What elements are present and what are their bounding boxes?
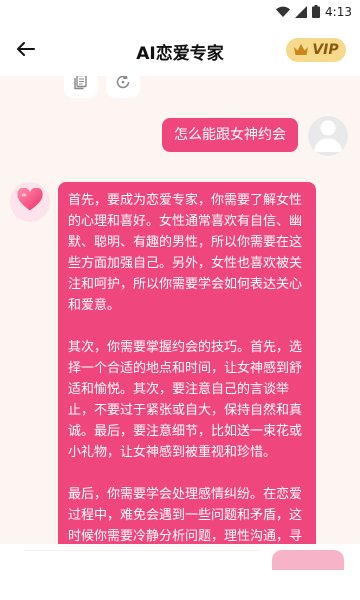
status-time: 4:13: [325, 5, 352, 19]
vip-label: VIP: [312, 42, 339, 58]
vip-badge[interactable]: VIP: [286, 38, 346, 62]
message-actions: [64, 76, 140, 98]
regenerate-button[interactable]: [106, 76, 140, 98]
send-button[interactable]: [272, 550, 344, 570]
bot-message-bubble: 首先，要成为恋爱专家，你需要了解女性的心理和喜好。女性通常喜欢有自信、幽默、聪明…: [58, 182, 316, 544]
bot-avatar: [10, 182, 50, 222]
bot-paragraph: 首先，要成为恋爱专家，你需要了解女性的心理和喜好。女性通常喜欢有自信、幽默、聪明…: [68, 193, 303, 313]
status-bar: 4:13: [0, 0, 360, 24]
status-icons: 4:13: [276, 3, 352, 21]
heart-icon: [17, 187, 43, 216]
battery-icon: [312, 3, 321, 22]
chat-area[interactable]: 怎么能跟女神约会 首先，要成为恋爱专家，你需要了解女性的心理和喜好。女性通常喜欢…: [0, 76, 360, 544]
input-area: [0, 544, 360, 600]
copy-button[interactable]: [64, 76, 98, 98]
user-avatar[interactable]: [308, 116, 348, 156]
signal-icon: [295, 3, 308, 22]
refresh-icon: [115, 76, 131, 94]
app-header: AI恋爱专家 VIP: [0, 24, 360, 76]
message-input[interactable]: [24, 550, 260, 563]
crown-icon: [293, 41, 309, 60]
bot-paragraph: 最后，你需要学会处理感情纠纷。在恋爱过程中，难免会遇到一些问题和矛盾，这时候你需…: [68, 487, 303, 544]
user-message-bubble: 怎么能跟女神约会: [162, 118, 298, 152]
bot-paragraph: 其次，你需要掌握约会的技巧。首先，选择一个合适的地点和时间，让女神感到舒适和愉悦…: [68, 340, 303, 460]
user-silhouette-icon: [308, 116, 348, 156]
wifi-icon: [276, 3, 291, 22]
copy-icon: [73, 76, 89, 94]
